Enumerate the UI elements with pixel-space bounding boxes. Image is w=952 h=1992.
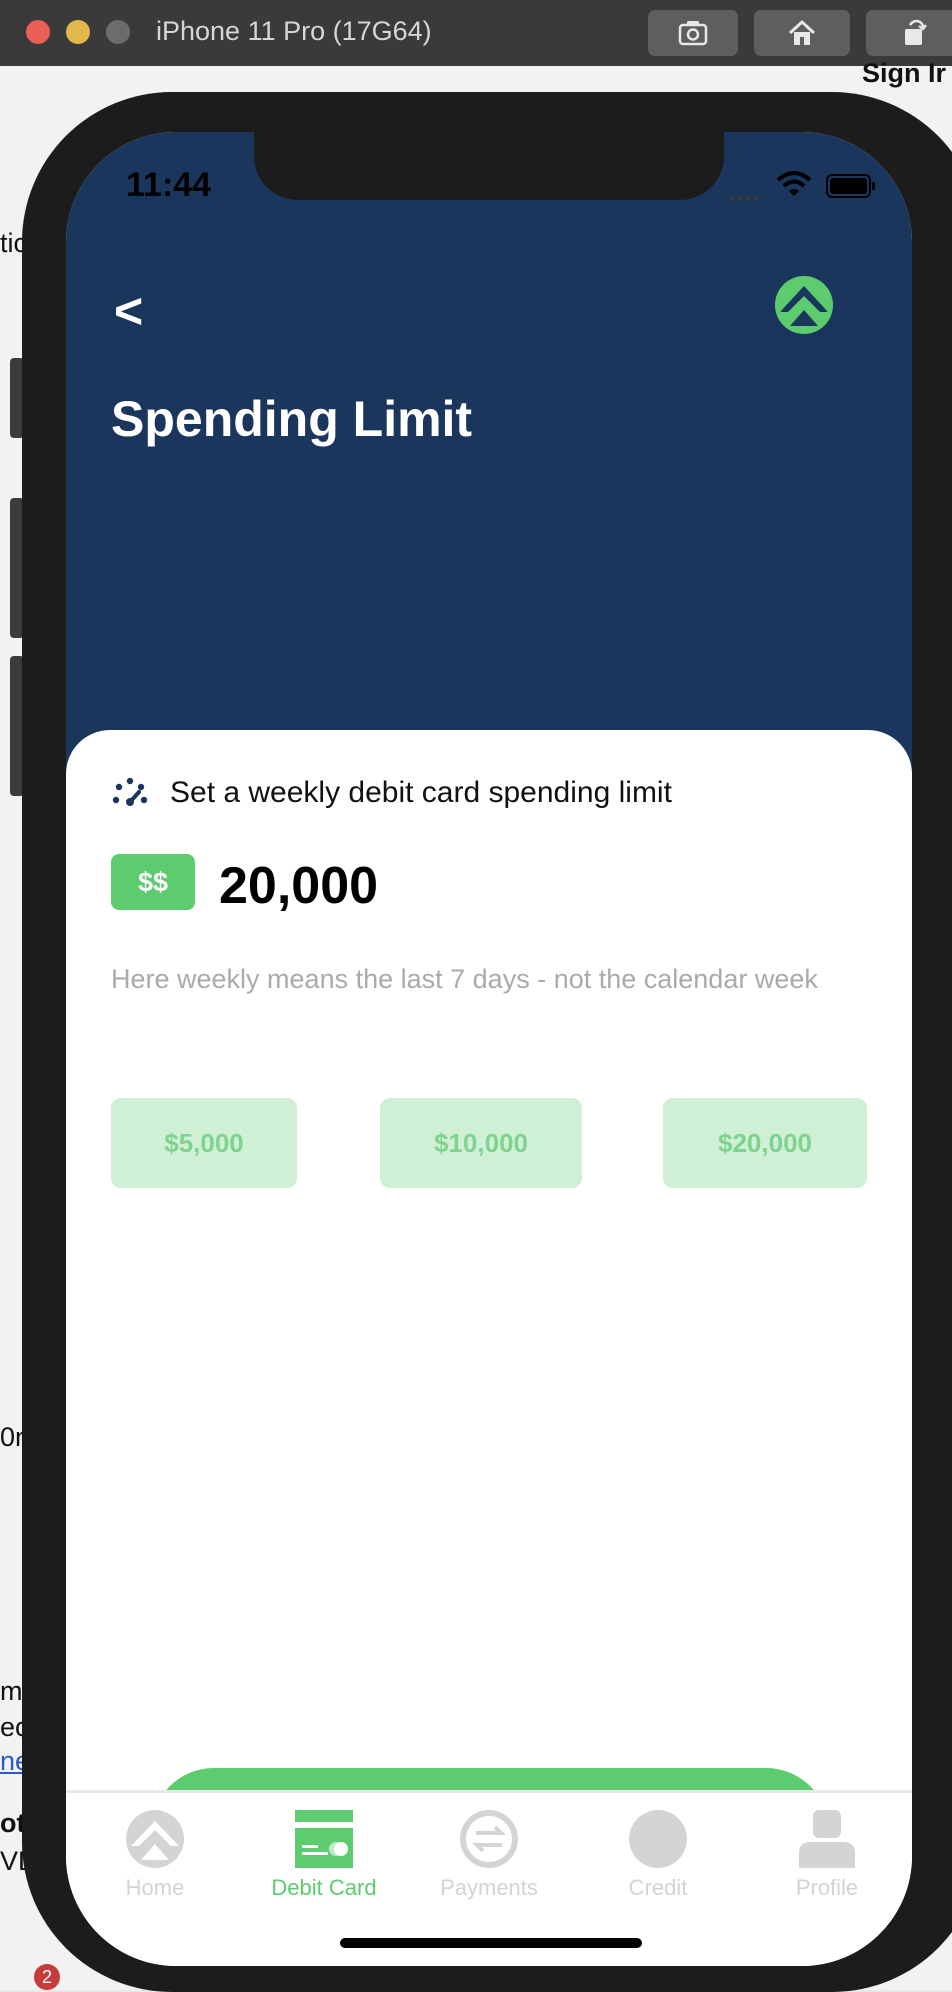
minimize-window-button[interactable] [66, 20, 90, 44]
credit-icon [629, 1810, 687, 1868]
tab-home[interactable]: Home [80, 1809, 230, 1901]
payments-icon [460, 1810, 518, 1868]
simulator-titlebar: iPhone 11 Pro (17G64) [0, 0, 952, 67]
phone-screen: 11:44 < Spending Limit Set a weekly debi… [66, 132, 912, 1966]
currency-badge: $$ [111, 854, 195, 910]
limit-amount-input[interactable]: 20,000 [219, 856, 378, 916]
tab-payments[interactable]: Payments [414, 1809, 564, 1901]
house-icon [788, 19, 816, 45]
tab-debit-card-label: Debit Card [271, 1875, 377, 1900]
tab-profile-label: Profile [795, 1875, 859, 1900]
tab-debit-card[interactable]: Debit Card [249, 1809, 399, 1901]
wifi-icon [776, 171, 812, 196]
page-title: Spending Limit [111, 391, 473, 447]
battery-icon [826, 174, 875, 198]
debit-card-icon [295, 1810, 353, 1868]
home-icon [126, 1810, 184, 1868]
spending-limit-card: Set a weekly debit card spending limit $… [66, 730, 912, 1894]
header-background [66, 132, 912, 772]
tab-credit-label: Credit [628, 1875, 688, 1900]
phone-notch [254, 132, 724, 200]
profile-icon [799, 1810, 855, 1868]
helper-text: Here weekly means the last 7 days - not … [111, 964, 818, 994]
cellular-signal-icon [730, 188, 766, 201]
sign-in-fragment[interactable]: Sign Ir [862, 58, 946, 89]
limit-heading: Set a weekly debit card spending limit [170, 776, 672, 809]
preset-10000-button[interactable]: $10,000 [380, 1098, 582, 1188]
status-time: 11:44 [126, 166, 212, 204]
preset-5000-button[interactable]: $5,000 [111, 1098, 297, 1188]
preset-20000-button[interactable]: $20,000 [663, 1098, 867, 1188]
zoom-window-button[interactable] [106, 20, 130, 44]
app-logo-icon [775, 276, 833, 334]
close-window-button[interactable] [26, 20, 50, 44]
back-button[interactable]: < [114, 282, 143, 340]
tab-credit[interactable]: Credit [583, 1809, 733, 1901]
tab-profile[interactable]: Profile [752, 1809, 902, 1901]
tab-payments-label: Payments [440, 1875, 538, 1900]
tab-home-label: Home [125, 1875, 185, 1900]
camera-icon [678, 21, 708, 46]
rotate-button[interactable] [866, 10, 952, 56]
screenshot-button[interactable] [648, 10, 738, 56]
home-indicator [340, 1938, 642, 1948]
home-button[interactable] [754, 10, 850, 56]
rotate-icon [905, 19, 927, 45]
notification-badge: 2 [34, 1964, 60, 1990]
simulator-title: iPhone 11 Pro (17G64) [156, 16, 432, 46]
speedometer-icon [112, 777, 148, 806]
